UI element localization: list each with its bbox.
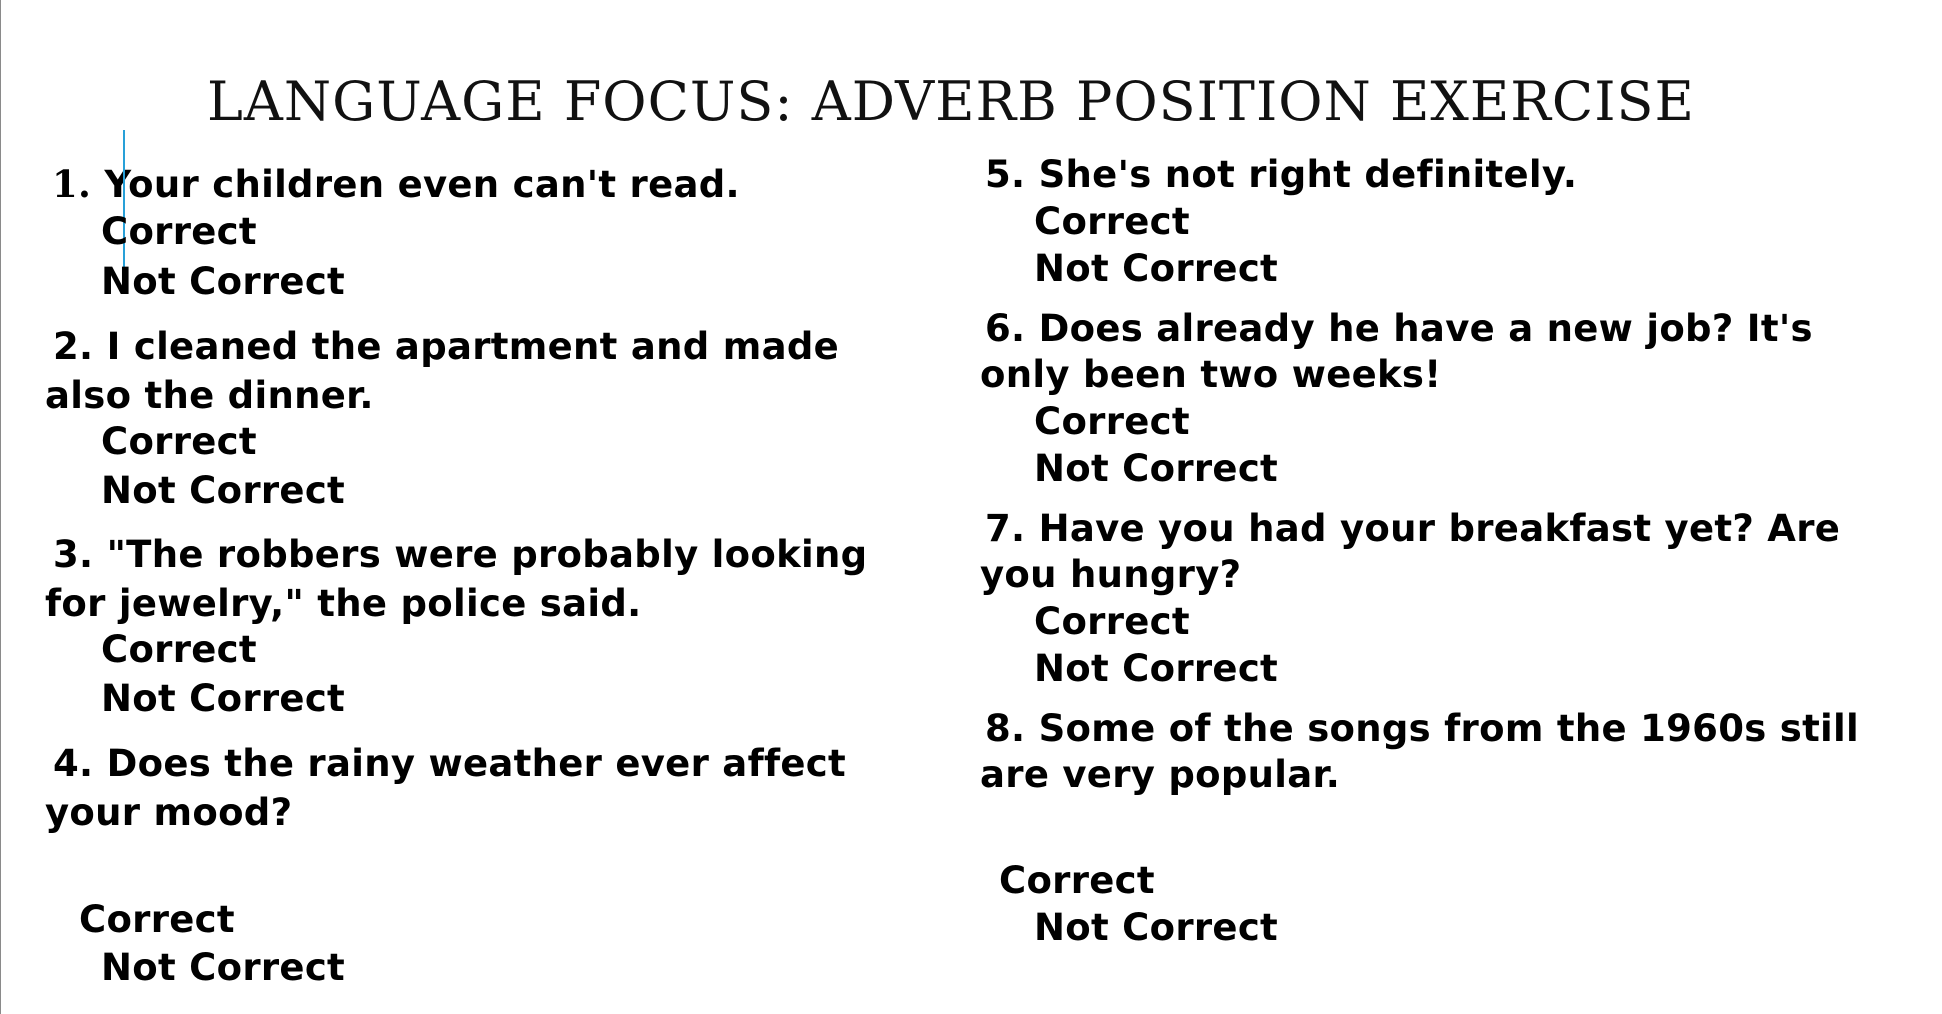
question-6-option-correct[interactable]: Correct <box>1034 399 1190 445</box>
question-6-line-2: only been two weeks! <box>980 353 1442 396</box>
question-2-number: 2. <box>53 325 94 368</box>
question-7-line-1: Have you had your breakfast yet? Are <box>1038 507 1841 550</box>
question-3-option-not-correct[interactable]: Not Correct <box>101 676 345 722</box>
question-7-option-correct[interactable]: Correct <box>1034 599 1190 645</box>
question-4-text[interactable]: 4. Does the rainy weather ever affect yo… <box>45 739 846 837</box>
question-8-option-correct[interactable]: Correct <box>999 858 1155 904</box>
question-3-option-correct[interactable]: Correct <box>101 627 257 673</box>
slide-title: LANGUAGE FOCUS: ADVERB POSITION EXERCISE <box>207 70 1695 133</box>
question-4-line-1: Does the rainy weather ever affect <box>106 742 846 785</box>
question-2-line-1: I cleaned the apartment and made <box>106 325 840 368</box>
question-1-option-correct[interactable]: Correct <box>101 209 257 255</box>
question-5-text[interactable]: 5. She's not right definitely. <box>985 152 1577 198</box>
question-1-number: 1. <box>52 162 92 206</box>
question-3-line-2: for jewelry," the police said. <box>45 582 642 625</box>
question-8-text[interactable]: 8. Some of the songs from the 1960s stil… <box>980 706 1859 798</box>
question-5-number: 5. <box>985 153 1026 196</box>
question-1-option-not-correct[interactable]: Not Correct <box>101 259 345 305</box>
question-4-option-correct[interactable]: Correct <box>79 897 235 943</box>
question-7-number: 7. <box>985 507 1026 550</box>
question-3-number: 3. <box>53 533 94 576</box>
question-4-line-2: your mood? <box>45 791 293 834</box>
question-4-option-not-correct[interactable]: Not Correct <box>101 945 345 991</box>
question-6-option-not-correct[interactable]: Not Correct <box>1034 446 1278 492</box>
question-1-text[interactable]: 1. Your children even can't read. <box>52 160 740 209</box>
question-2-option-not-correct[interactable]: Not Correct <box>101 468 345 514</box>
question-3-line-1: "The robbers were probably looking <box>106 533 868 576</box>
question-6-text[interactable]: 6. Does already he have a new job? It's … <box>980 306 1813 398</box>
question-8-line-1: Some of the songs from the 1960s still <box>1038 707 1860 750</box>
question-8-line-2: are very popular. <box>980 753 1341 796</box>
question-3-text[interactable]: 3. "The robbers were probably looking fo… <box>45 530 867 628</box>
question-7-line-2: you hungry? <box>980 553 1242 596</box>
question-8-option-not-correct[interactable]: Not Correct <box>1034 905 1278 951</box>
slide-canvas: LANGUAGE FOCUS: ADVERB POSITION EXERCISE… <box>0 0 1942 1014</box>
question-5-line-1: She's not right definitely. <box>1038 153 1578 196</box>
question-2-text[interactable]: 2. I cleaned the apartment and made also… <box>45 322 839 420</box>
question-4-number: 4. <box>53 742 94 785</box>
question-6-number: 6. <box>985 307 1026 350</box>
question-1-line-1: Your children even can't read. <box>104 163 740 206</box>
question-8-number: 8. <box>985 707 1026 750</box>
question-7-text[interactable]: 7. Have you had your breakfast yet? Are … <box>980 506 1840 598</box>
question-2-line-2: also the dinner. <box>45 374 374 417</box>
question-6-line-1: Does already he have a new job? It's <box>1038 307 1813 350</box>
question-7-option-not-correct[interactable]: Not Correct <box>1034 646 1278 692</box>
window-left-border <box>0 0 1 1014</box>
question-5-option-correct[interactable]: Correct <box>1034 199 1190 245</box>
question-2-option-correct[interactable]: Correct <box>101 419 257 465</box>
question-5-option-not-correct[interactable]: Not Correct <box>1034 246 1278 292</box>
